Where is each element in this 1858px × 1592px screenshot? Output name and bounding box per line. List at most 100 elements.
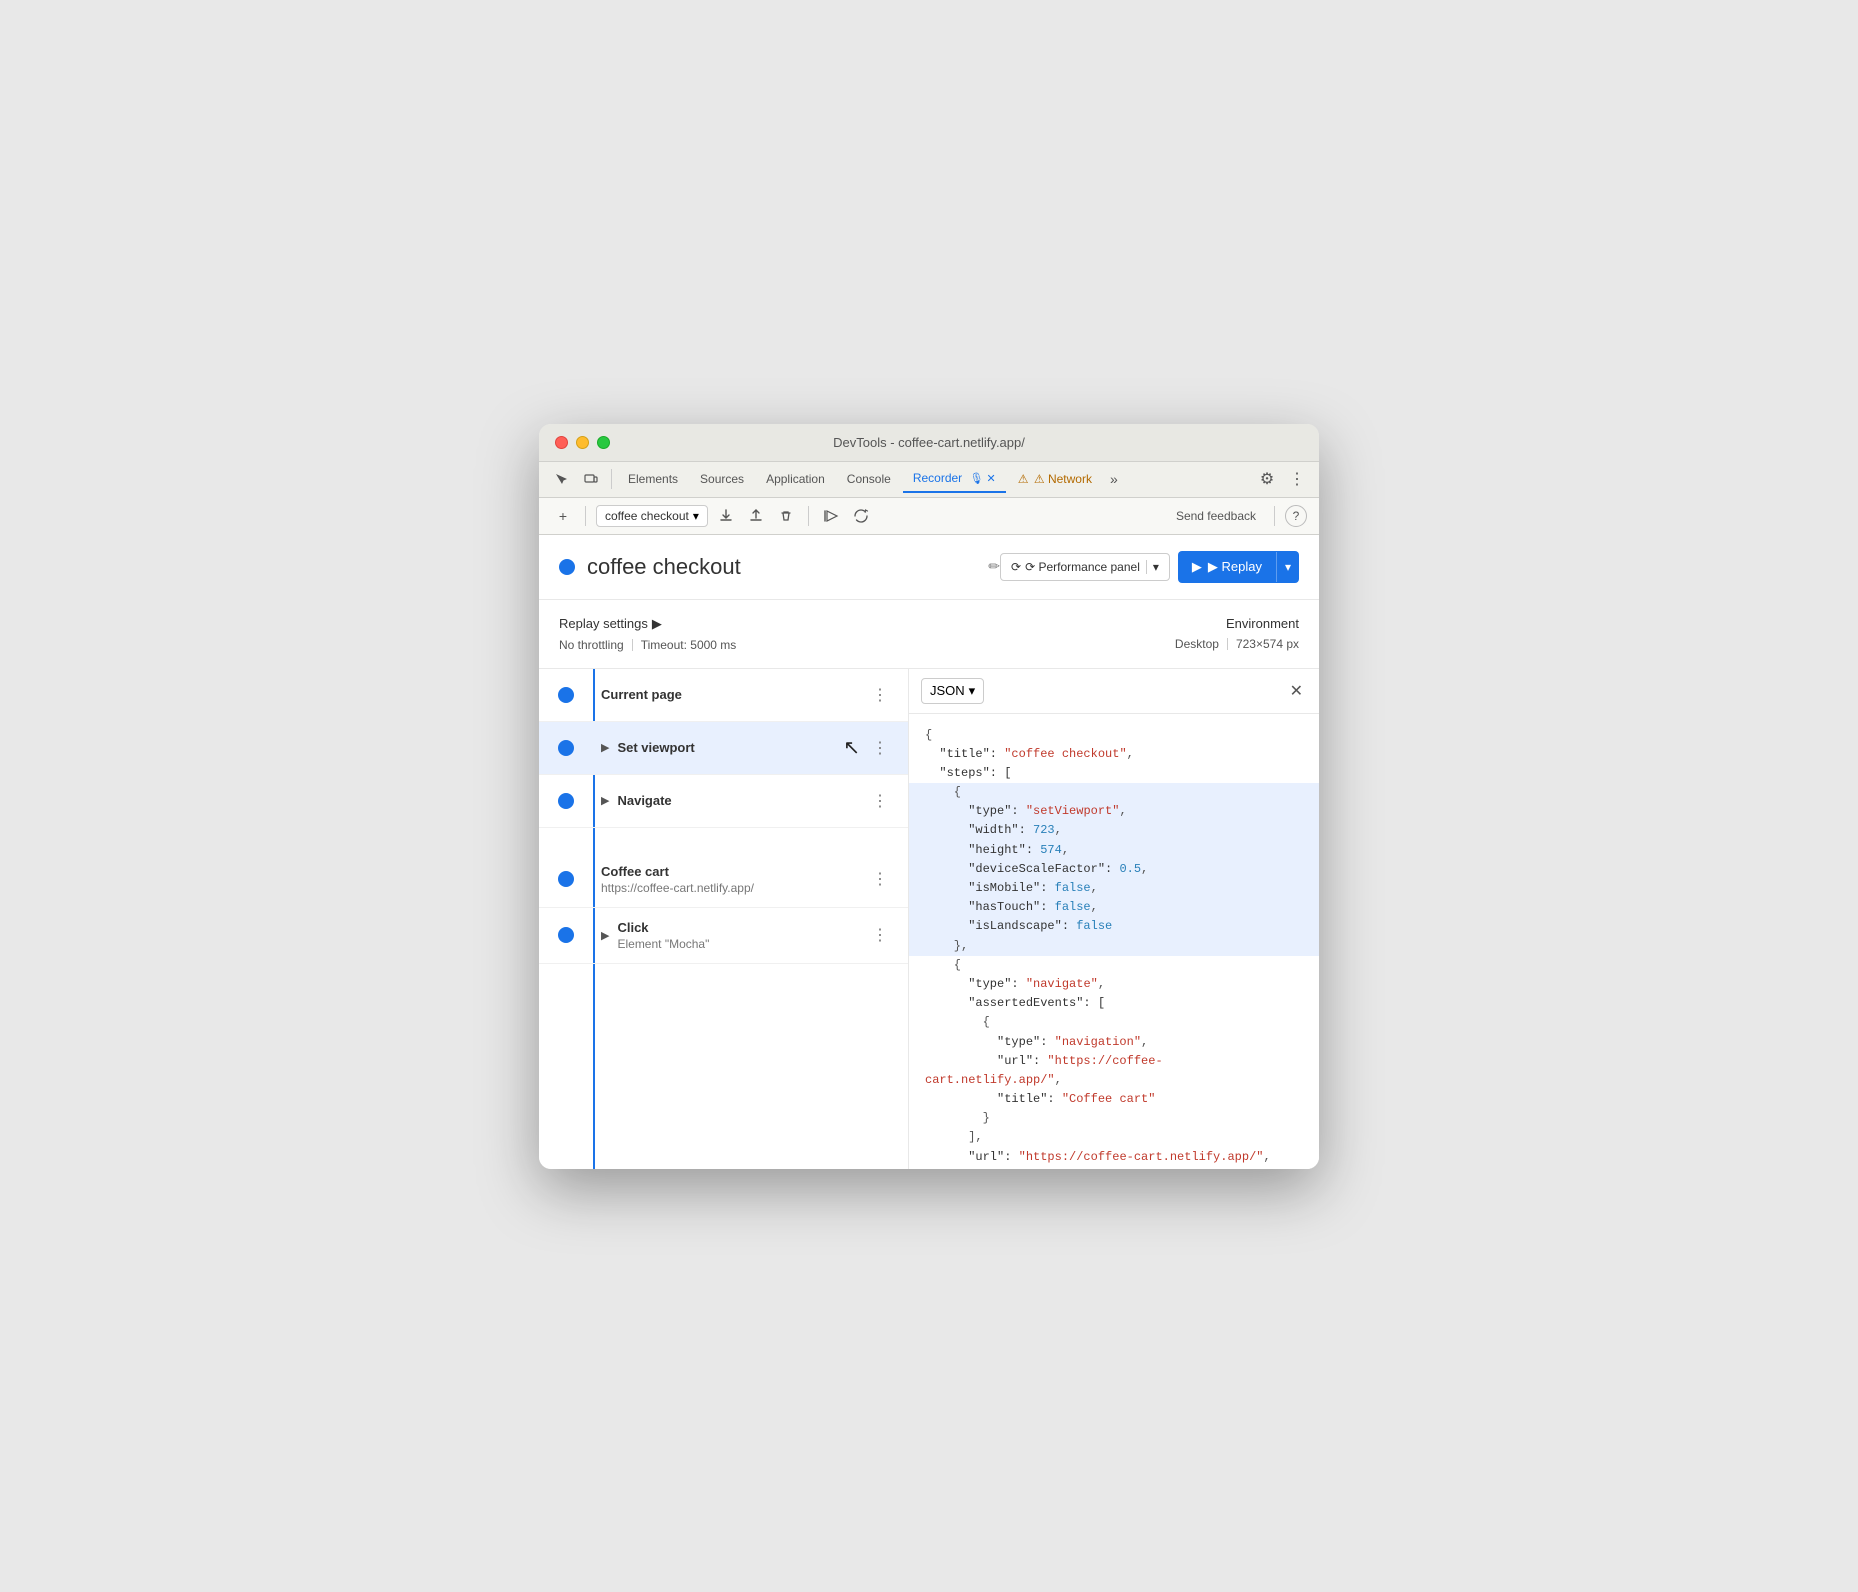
- json-line-3: {: [925, 783, 1303, 802]
- step-more-navigate[interactable]: ⋮: [868, 787, 892, 815]
- json-panel: JSON ▾ ✕ { "title": "coffee checkout", "…: [909, 669, 1319, 1169]
- json-line-14: "assertedEvents": [: [925, 994, 1303, 1013]
- steps-panel: Current page ⋮ ▶ Set viewport ↖ ⋮: [539, 669, 909, 1169]
- chevron-down-icon: ▾: [693, 509, 699, 523]
- performance-panel-button[interactable]: ⟳ ⟳ Performance panel ▾: [1000, 553, 1170, 581]
- env-separator: [1227, 638, 1228, 650]
- step-set-viewport[interactable]: ▶ Set viewport ↖ ⋮: [539, 722, 908, 775]
- recorder-toolbar: + coffee checkout ▾: [539, 498, 1319, 535]
- step-more-click[interactable]: ⋮: [868, 921, 892, 949]
- step-title-navigate: Navigate: [617, 793, 868, 808]
- step-current-page[interactable]: Current page ⋮: [539, 669, 908, 722]
- settings-separator: [632, 639, 633, 651]
- step-title-current-page: Current page: [601, 687, 868, 702]
- step-title-coffee-cart: Coffee cart: [601, 864, 868, 879]
- json-format-selector[interactable]: JSON ▾: [921, 678, 984, 704]
- step-more-coffee-cart[interactable]: ⋮: [868, 865, 892, 893]
- perf-panel-icon: ⟳: [1011, 560, 1021, 574]
- environment-info: Desktop 723×574 px: [1175, 637, 1299, 651]
- json-line-7: "deviceScaleFactor": 0.5,: [925, 860, 1303, 879]
- toolbar-divider-2: [808, 506, 809, 526]
- recording-selector[interactable]: coffee checkout ▾: [596, 505, 708, 527]
- step-title-click: Click: [617, 920, 868, 935]
- step-navigate[interactable]: ▶ Navigate ⋮: [539, 775, 908, 828]
- settings-section: Replay settings ▶ No throttling Timeout:…: [539, 600, 1319, 669]
- step-expand-icon-set-viewport[interactable]: ▶: [601, 741, 609, 754]
- step-dot-navigate: [558, 793, 574, 809]
- environment-title: Environment: [1175, 616, 1299, 631]
- step-content-set-viewport: Set viewport: [617, 740, 843, 755]
- step-click[interactable]: ▶ Click Element "Mocha" ⋮: [539, 908, 908, 964]
- env-type-label: Desktop: [1175, 637, 1219, 651]
- tab-sources[interactable]: Sources: [690, 466, 754, 492]
- settings-left: Replay settings ▶ No throttling Timeout:…: [559, 616, 1175, 652]
- settings-right: Environment Desktop 723×574 px: [1175, 616, 1299, 651]
- json-line-17: "url": "https://coffee-: [925, 1052, 1303, 1071]
- tab-recorder[interactable]: Recorder 🎙 ✕: [903, 465, 1006, 493]
- window-title: DevTools - coffee-cart.netlify.app/: [833, 435, 1025, 450]
- json-toolbar: JSON ▾ ✕: [909, 669, 1319, 714]
- maximize-button[interactable]: [597, 436, 610, 449]
- perf-panel-chevron[interactable]: ▾: [1146, 560, 1159, 574]
- json-line-0: {: [925, 726, 1303, 745]
- import-button[interactable]: [744, 504, 768, 528]
- step-expand-icon-navigate[interactable]: ▶: [601, 794, 609, 807]
- settings-title-text: Replay settings: [559, 616, 648, 631]
- json-format-chevron: ▾: [969, 683, 976, 699]
- minimize-button[interactable]: [576, 436, 589, 449]
- json-highlighted-block: { "type": "setViewport", "width": 723, "…: [909, 783, 1319, 956]
- json-line-19: "title": "Coffee cart": [925, 1090, 1303, 1109]
- recording-name-label: coffee checkout: [605, 509, 689, 523]
- settings-icon[interactable]: ⚙: [1253, 465, 1281, 493]
- json-line-18: cart.netlify.app/",: [925, 1071, 1303, 1090]
- json-close-button[interactable]: ✕: [1286, 677, 1307, 705]
- replay-dropdown-button[interactable]: ▾: [1276, 552, 1299, 582]
- json-content: { "title": "coffee checkout", "steps": […: [909, 714, 1319, 1169]
- device-toggle-icon[interactable]: [577, 465, 605, 493]
- settings-expand-icon: ▶: [652, 616, 662, 632]
- step-dot-current-page: [558, 687, 574, 703]
- step-more-current-page[interactable]: ⋮: [868, 681, 892, 709]
- env-size-label: 723×574 px: [1236, 637, 1299, 651]
- tab-console[interactable]: Console: [837, 466, 901, 492]
- json-line-20: }: [925, 1109, 1303, 1128]
- json-line-1: "title": "coffee checkout",: [925, 745, 1303, 764]
- traffic-lights: [555, 436, 610, 449]
- steps-area: Current page ⋮ ▶ Set viewport ↖ ⋮: [539, 669, 1319, 1169]
- edit-title-icon[interactable]: ✏: [988, 558, 1000, 575]
- step-dot-coffee-cart: [558, 871, 574, 887]
- close-button[interactable]: [555, 436, 568, 449]
- delete-button[interactable]: [774, 504, 798, 528]
- recorder-main: coffee checkout ✏ ⟳ ⟳ Performance panel …: [539, 535, 1319, 1169]
- devtools-tabs-bar: Elements Sources Application Console Rec…: [539, 462, 1319, 498]
- help-button[interactable]: ?: [1285, 505, 1307, 527]
- step-more-set-viewport[interactable]: ⋮: [868, 734, 892, 762]
- loop-button[interactable]: [849, 504, 873, 528]
- json-line-6: "height": 574,: [925, 841, 1303, 860]
- export-button[interactable]: [714, 504, 738, 528]
- json-line-21: ],: [925, 1128, 1303, 1147]
- send-feedback-button[interactable]: Send feedback: [1168, 505, 1264, 527]
- json-line-5: "width": 723,: [925, 821, 1303, 840]
- add-recording-button[interactable]: +: [551, 504, 575, 528]
- json-line-16: "type": "navigation",: [925, 1033, 1303, 1052]
- tab-elements[interactable]: Elements: [618, 466, 688, 492]
- replay-button[interactable]: ▶ ▶ Replay ▾: [1178, 551, 1299, 583]
- step-coffee-cart[interactable]: Coffee cart https://coffee-cart.netlify.…: [539, 852, 908, 908]
- step-expand-icon-click[interactable]: ▶: [601, 929, 609, 942]
- step-play-button[interactable]: [819, 504, 843, 528]
- tab-application[interactable]: Application: [756, 466, 835, 492]
- json-line-11: },: [925, 937, 1303, 956]
- replay-settings-toggle[interactable]: Replay settings ▶: [559, 616, 1175, 632]
- step-dot-set-viewport: [558, 740, 574, 756]
- devtools-window: DevTools - coffee-cart.netlify.app/ Elem…: [539, 424, 1319, 1169]
- step-content-coffee-cart: Coffee cart https://coffee-cart.netlify.…: [601, 864, 868, 895]
- step-content-click: Click Element "Mocha": [617, 920, 868, 951]
- more-options-icon[interactable]: ⋮: [1283, 465, 1311, 493]
- json-line-2: "steps": [: [925, 764, 1303, 783]
- more-tabs-icon[interactable]: »: [1104, 467, 1124, 491]
- cursor-icon[interactable]: [547, 465, 575, 493]
- tab-network[interactable]: ⚠ ⚠ Network: [1008, 466, 1102, 492]
- replay-button-main[interactable]: ▶ ▶ Replay: [1178, 551, 1276, 583]
- toolbar-divider-1: [585, 506, 586, 526]
